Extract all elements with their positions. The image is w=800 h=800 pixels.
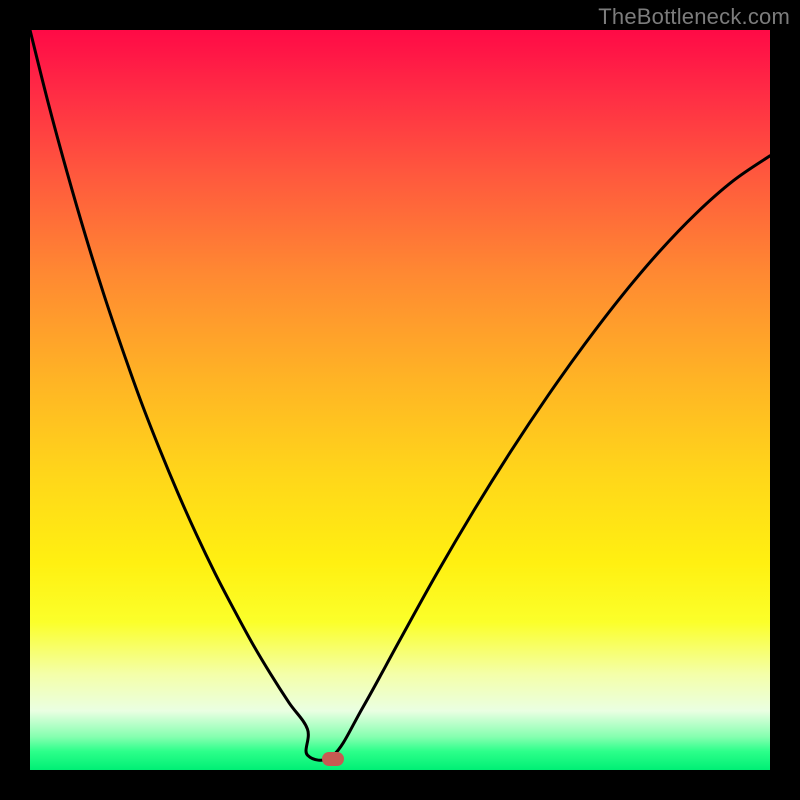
chart-frame: TheBottleneck.com (0, 0, 800, 800)
plot-area (30, 30, 770, 770)
optimum-marker (322, 752, 344, 766)
watermark-text: TheBottleneck.com (598, 4, 790, 30)
curve-svg (30, 30, 770, 770)
bottleneck-curve (30, 30, 770, 760)
